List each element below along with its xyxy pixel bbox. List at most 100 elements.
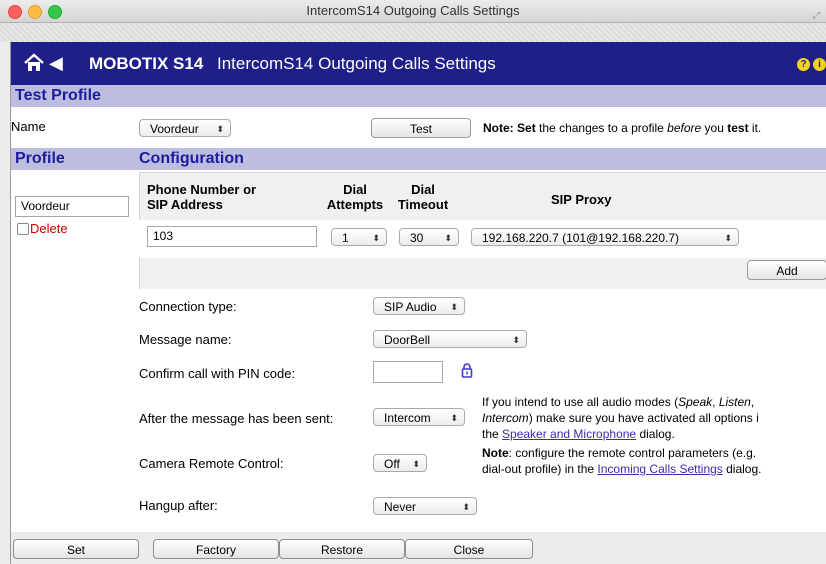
note-prefix: Note (482, 446, 509, 460)
note-set: Set (517, 121, 536, 135)
speaker-microphone-link[interactable]: Speaker and Microphone (502, 427, 636, 441)
audio-modes-note: If you intend to use all audio modes (Sp… (482, 394, 826, 442)
sip-proxy-select[interactable]: 192.168.220.7 (101@192.168.220.7) ⬍ (471, 228, 739, 246)
header-line: Dial (411, 182, 435, 197)
stepper-arrows-icon: ⬍ (412, 459, 420, 469)
dial-timeout-select[interactable]: 30 ⬍ (399, 228, 459, 246)
home-icon[interactable] (23, 52, 45, 74)
toolbar-stripe (0, 23, 826, 42)
note-speak: Speak (678, 395, 713, 409)
delete-checkbox[interactable] (17, 223, 29, 235)
stepper-arrows-icon: ⬍ (216, 124, 224, 134)
note-intercom: Intercom (482, 411, 529, 425)
stepper-arrows-icon: ⬍ (450, 413, 458, 423)
selected-value: Never (384, 500, 417, 514)
profile-title: Profile (15, 150, 65, 167)
stepper-arrows-icon: ⬍ (444, 233, 452, 243)
test-button[interactable]: Test (371, 118, 471, 138)
confirm-pin-label: Confirm call with PIN code: (139, 366, 296, 381)
close-window-button[interactable] (8, 5, 22, 19)
note-text: dialog. (636, 427, 675, 441)
note-mid: the changes to a profile (539, 121, 664, 135)
camera-remote-note: Note: configure the remote control param… (482, 445, 826, 477)
note-text: dialog. (722, 462, 762, 476)
header-line: Phone Number or (147, 182, 257, 197)
col-attempts-header: Dial Attempts (325, 182, 385, 212)
incoming-calls-link[interactable]: Incoming Calls Settings (597, 462, 722, 476)
name-label: Name (11, 119, 46, 134)
header-line: SIP Address (147, 197, 223, 212)
selected-value: Voordeur (150, 122, 199, 136)
camera-remote-label: Camera Remote Control: (139, 456, 284, 471)
back-arrow-icon[interactable]: ◀ (49, 53, 63, 73)
help-icon[interactable]: ? (797, 58, 810, 71)
note-text: ) make sure you have activated all optio… (528, 411, 759, 425)
col-timeout-header: Dial Timeout (389, 182, 457, 212)
test-profile-select[interactable]: Voordeur ⬍ (139, 119, 231, 137)
selected-value: Intercom (384, 411, 431, 425)
stepper-arrows-icon: ⬍ (450, 302, 458, 312)
stepper-arrows-icon: ⬍ (724, 233, 732, 243)
test-profile-section: Test Profile (11, 85, 826, 107)
selected-value: SIP Audio (384, 300, 437, 314)
dial-attempts-select[interactable]: 1 ⬍ (331, 228, 387, 246)
selected-value: DoorBell (384, 333, 431, 347)
info-icon[interactable]: i (813, 58, 826, 71)
note-text: dial-out profile) in the (482, 462, 598, 476)
header-line: Timeout (397, 197, 449, 212)
settings-dialog: ◀ MOBOTIX S14 IntercomS14 Outgoing Calls… (10, 42, 826, 564)
set-button[interactable]: Set (13, 539, 139, 559)
restore-button[interactable]: Restore (279, 539, 405, 559)
note-you: you (704, 121, 724, 135)
stepper-arrows-icon: ⬍ (372, 233, 380, 243)
page-title: IntercomS14 Outgoing Calls Settings (217, 54, 496, 73)
brand-title: MOBOTIX S14 (89, 54, 204, 73)
message-name-select[interactable]: DoorBell ⬍ (373, 330, 527, 348)
hangup-after-label: Hangup after: (139, 498, 218, 513)
note-end: it. (751, 121, 762, 135)
after-message-label: After the message has been sent: (139, 411, 334, 426)
footer-bar: Set Factory Restore Close (11, 532, 826, 564)
note-text: , (712, 395, 719, 409)
minimize-window-button[interactable] (28, 5, 42, 19)
add-button[interactable]: Add (747, 260, 826, 280)
configuration-title: Configuration (139, 150, 244, 167)
note-before: before (667, 121, 702, 135)
note-listen: Listen (718, 395, 751, 409)
factory-button[interactable]: Factory (153, 539, 279, 559)
lock-icon (461, 363, 473, 378)
connection-type-label: Connection type: (139, 299, 237, 314)
delete-label: Delete (30, 221, 68, 236)
note-text: the (482, 427, 503, 441)
page-header: ◀ MOBOTIX S14 IntercomS14 Outgoing Calls… (11, 42, 826, 85)
connection-type-select[interactable]: SIP Audio ⬍ (373, 297, 465, 315)
note-text: : configure the remote control parameter… (508, 446, 757, 460)
col-proxy-header: SIP Proxy (551, 192, 612, 207)
profile-name-input[interactable]: Voordeur (15, 196, 129, 217)
camera-remote-select[interactable]: Off ⬍ (373, 454, 427, 472)
selected-value: 192.168.220.7 (101@192.168.220.7) (482, 231, 680, 245)
zoom-window-button[interactable] (48, 5, 62, 19)
section-title: Test Profile (15, 87, 101, 104)
hangup-after-select[interactable]: Never ⬍ (373, 497, 477, 515)
stepper-arrows-icon: ⬍ (462, 502, 470, 512)
note-test: test (727, 121, 749, 135)
stepper-arrows-icon: ⬍ (512, 335, 520, 345)
message-name-label: Message name: (139, 332, 232, 347)
selected-value: 1 (342, 231, 349, 245)
note-text: , (750, 395, 755, 409)
selected-value: 30 (410, 231, 424, 245)
col-phone-header: Phone Number or SIP Address (147, 182, 256, 212)
header-line: Attempts (326, 197, 384, 212)
close-button[interactable]: Close (405, 539, 533, 559)
after-message-select[interactable]: Intercom ⬍ (373, 408, 465, 426)
pin-code-input[interactable] (373, 361, 443, 383)
test-note: Note: Set the changes to a profile befor… (483, 120, 761, 136)
header-line: Dial (343, 182, 367, 197)
window-title: IntercomS14 Outgoing Calls Settings (306, 3, 520, 18)
note-text: If you intend to use all audio modes ( (482, 395, 679, 409)
phone-number-input[interactable]: 103 (147, 226, 317, 247)
selected-value: Off (384, 457, 400, 471)
window-titlebar: IntercomS14 Outgoing Calls Settings ⤢ (0, 0, 826, 23)
note-prefix: Note: (483, 121, 514, 135)
